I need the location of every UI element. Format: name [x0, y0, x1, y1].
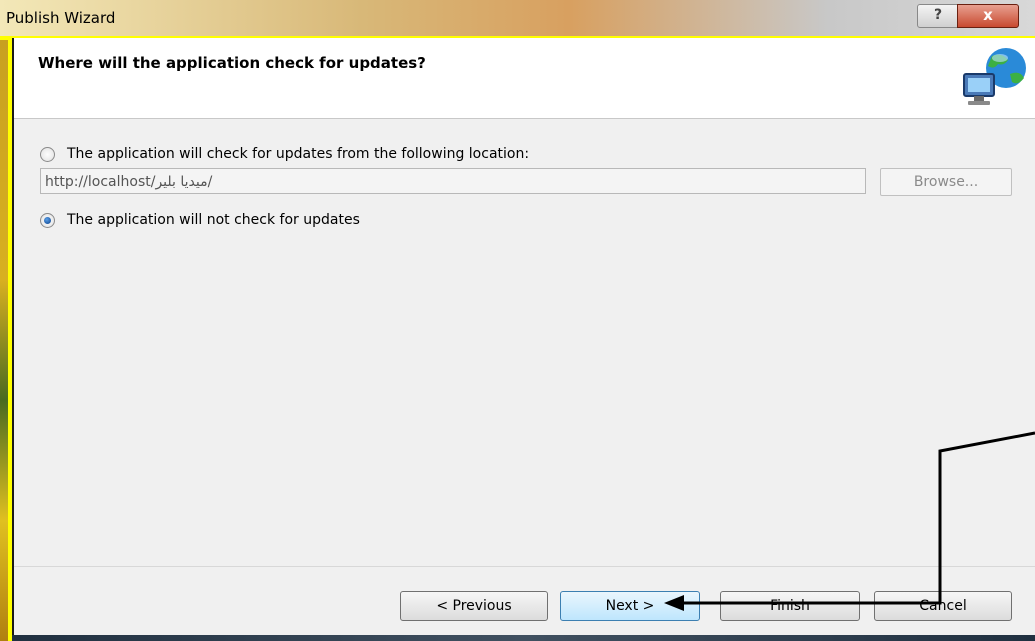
globe-network-icon [963, 48, 1026, 105]
window-titlebar[interactable]: Publish Wizard ? x [0, 0, 1035, 36]
window-bottom-border [12, 635, 1035, 641]
window-title: Publish Wizard [6, 9, 116, 27]
wizard-header: Where will the application check for upd… [14, 38, 1035, 119]
close-button[interactable]: x [957, 4, 1019, 28]
no-check-radio[interactable] [40, 212, 55, 228]
check-location-radio[interactable] [40, 146, 55, 162]
finish-button[interactable]: Finish [720, 591, 860, 621]
page-title: Where will the application check for upd… [38, 54, 426, 72]
check-location-label: The application will check for updates f… [67, 146, 530, 162]
footer-divider [14, 566, 1035, 567]
screenshot-frame: Publish Wizard ? x Where will the applic… [0, 0, 1035, 641]
help-button[interactable]: ? [917, 4, 959, 28]
previous-button[interactable]: < Previous [400, 591, 548, 621]
browse-button[interactable]: Browse... [880, 168, 1012, 196]
update-url-field[interactable]: http://localhost/ميديا بلير/ [40, 168, 866, 194]
no-check-option[interactable]: The application will not check for updat… [40, 210, 360, 230]
next-button[interactable]: Next > [560, 591, 700, 621]
check-location-option[interactable]: The application will check for updates f… [40, 144, 529, 164]
background-strip [0, 40, 8, 641]
no-check-label: The application will not check for updat… [67, 212, 360, 228]
wizard-dialog: Where will the application check for upd… [12, 38, 1035, 641]
cancel-button[interactable]: Cancel [874, 591, 1012, 621]
